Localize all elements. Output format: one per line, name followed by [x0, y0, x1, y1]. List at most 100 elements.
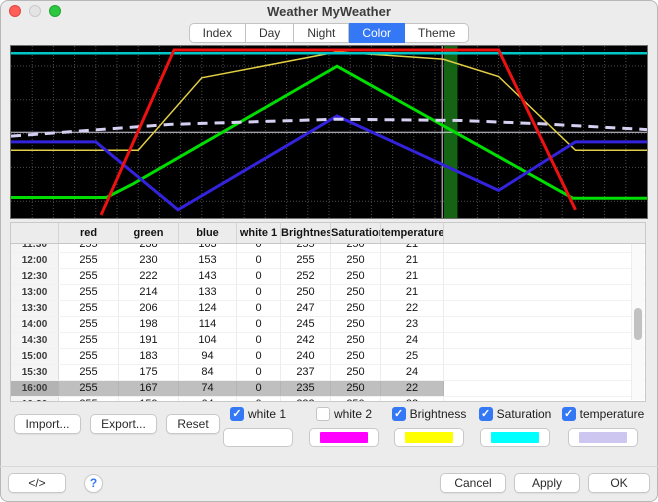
table-row[interactable]: 14:30255191104024225024 [11, 333, 645, 349]
channel-group-white-1: ✓white 1 [222, 406, 294, 447]
cell-value: 245 [281, 317, 331, 332]
table-row[interactable]: 15:0025518394024025025 [11, 349, 645, 365]
export-button[interactable]: Export... [90, 414, 157, 434]
ok-button[interactable]: OK [588, 473, 650, 493]
cell-value: 255 [59, 269, 119, 284]
cell-value: 255 [59, 285, 119, 300]
color-swatch-temperature [579, 432, 627, 443]
checkbox-icon: ✓ [230, 407, 244, 421]
cell-value: 23 [381, 317, 444, 332]
cell-value: 84 [179, 365, 237, 380]
zoom-button[interactable] [49, 5, 61, 17]
column-header-temperature[interactable]: temperature [381, 223, 444, 243]
cancel-button[interactable]: Cancel [440, 473, 506, 493]
series-brightness [11, 52, 647, 150]
cell-value: 22 [381, 381, 444, 396]
channel-group-saturation: ✓ Saturation [479, 406, 551, 447]
cell-value: 143 [179, 269, 237, 284]
cell-value: 250 [331, 317, 381, 332]
column-header-time[interactable] [11, 223, 59, 243]
table-scrollbar[interactable] [631, 244, 644, 400]
checkbox-icon: ✓ [479, 407, 493, 421]
cell-value: 114 [179, 317, 237, 332]
cell-value: 250 [331, 301, 381, 316]
value-table[interactable]: redgreenbluewhite 1BrightnessSaturationt… [10, 222, 646, 402]
cell-value: 242 [281, 333, 331, 348]
tab-theme[interactable]: Theme [405, 23, 469, 43]
help-button[interactable]: ? [84, 474, 103, 493]
column-header-white-1[interactable]: white 1 [237, 223, 281, 243]
column-header-blue[interactable]: blue [179, 223, 237, 243]
table-header: redgreenbluewhite 1BrightnessSaturationt… [11, 223, 645, 244]
tab-color[interactable]: Color [349, 23, 405, 43]
tab-bar: IndexDayNightColorTheme [0, 23, 658, 43]
column-header-green[interactable]: green [119, 223, 179, 243]
cell-value: 255 [59, 301, 119, 316]
channel-label-saturation: Saturation [497, 407, 552, 421]
cell-value: 250 [331, 333, 381, 348]
table-row[interactable]: 11:30255238163025525021 [11, 244, 645, 253]
table-row[interactable]: 14:00255198114024525023 [11, 317, 645, 333]
cell-value: 0 [237, 381, 281, 396]
cell-value: 159 [119, 397, 179, 402]
table-row[interactable]: 16:0025516774023525022 [11, 381, 645, 397]
channel-label-temperature: temperature [580, 407, 645, 421]
table-body: 11:3025523816302552502112:00255230153025… [11, 244, 645, 402]
color-well-white-1[interactable] [223, 428, 293, 447]
minimize-button[interactable] [29, 5, 41, 17]
cell-value: 64 [179, 397, 237, 402]
table-row[interactable]: 16:3025515964023325022 [11, 397, 645, 402]
channel-checkbox-white-1[interactable]: ✓white 1 [222, 406, 294, 421]
cell-value: 250 [331, 244, 381, 252]
table-row[interactable]: 15:3025517584023725024 [11, 365, 645, 381]
column-header-saturation[interactable]: Saturation [331, 223, 381, 243]
row-time-label: 13:30 [11, 301, 59, 316]
table-row[interactable]: 13:30255206124024725022 [11, 301, 645, 317]
close-button[interactable] [9, 5, 21, 17]
code-button[interactable]: </> [8, 473, 66, 493]
cell-value: 255 [59, 317, 119, 332]
row-time-label: 12:30 [11, 269, 59, 284]
cell-value: 250 [281, 285, 331, 300]
channel-checkbox-temperature[interactable]: ✓temperature [567, 406, 639, 421]
column-header-red[interactable]: red [59, 223, 119, 243]
channel-checkbox-saturation[interactable]: ✓ Saturation [479, 406, 551, 421]
color-swatch-saturation [491, 432, 539, 443]
import-button[interactable]: Import... [14, 414, 81, 434]
row-time-label: 13:00 [11, 285, 59, 300]
table-row[interactable]: 13:00255214133025025021 [11, 285, 645, 301]
channel-checkbox-brightness[interactable]: ✓Brightness [393, 406, 465, 421]
table-row[interactable]: 12:00255230153025525021 [11, 253, 645, 269]
color-well-brightness[interactable] [394, 428, 464, 447]
row-time-label: 15:30 [11, 365, 59, 380]
table-row[interactable]: 12:30255222143025225021 [11, 269, 645, 285]
cell-value: 175 [119, 365, 179, 380]
channel-group-brightness: ✓Brightness [393, 406, 465, 447]
tab-day[interactable]: Day [246, 23, 294, 43]
channel-checkbox-white-2[interactable]: white 2 [308, 406, 380, 421]
reset-button[interactable]: Reset [166, 414, 220, 434]
color-well-temperature[interactable] [568, 428, 638, 447]
cell-value: 0 [237, 244, 281, 252]
color-well-white-2[interactable] [309, 428, 379, 447]
cell-value: 74 [179, 381, 237, 396]
cell-value: 250 [331, 381, 381, 396]
cell-value: 104 [179, 333, 237, 348]
color-well-saturation[interactable] [480, 428, 550, 447]
channel-controls-area: Import... Export... Reset ✓white 1 white … [0, 403, 658, 465]
tab-night[interactable]: Night [294, 23, 349, 43]
cell-value: 237 [281, 365, 331, 380]
tab-index[interactable]: Index [189, 23, 246, 43]
cell-value: 250 [331, 349, 381, 364]
scrollbar-thumb[interactable] [634, 308, 642, 340]
apply-button[interactable]: Apply [514, 473, 580, 493]
channel-label-white-2: white 2 [334, 407, 372, 421]
checkbox-icon: ✓ [562, 407, 576, 421]
cell-value: 21 [381, 285, 444, 300]
channel-group-temperature: ✓temperature [567, 406, 639, 447]
column-header-brightness[interactable]: Brightness [281, 223, 331, 243]
chart-canvas[interactable] [11, 46, 647, 218]
color-curves-chart[interactable] [10, 45, 648, 219]
window-title: Weather MyWeather [267, 4, 391, 19]
cell-value: 191 [119, 333, 179, 348]
